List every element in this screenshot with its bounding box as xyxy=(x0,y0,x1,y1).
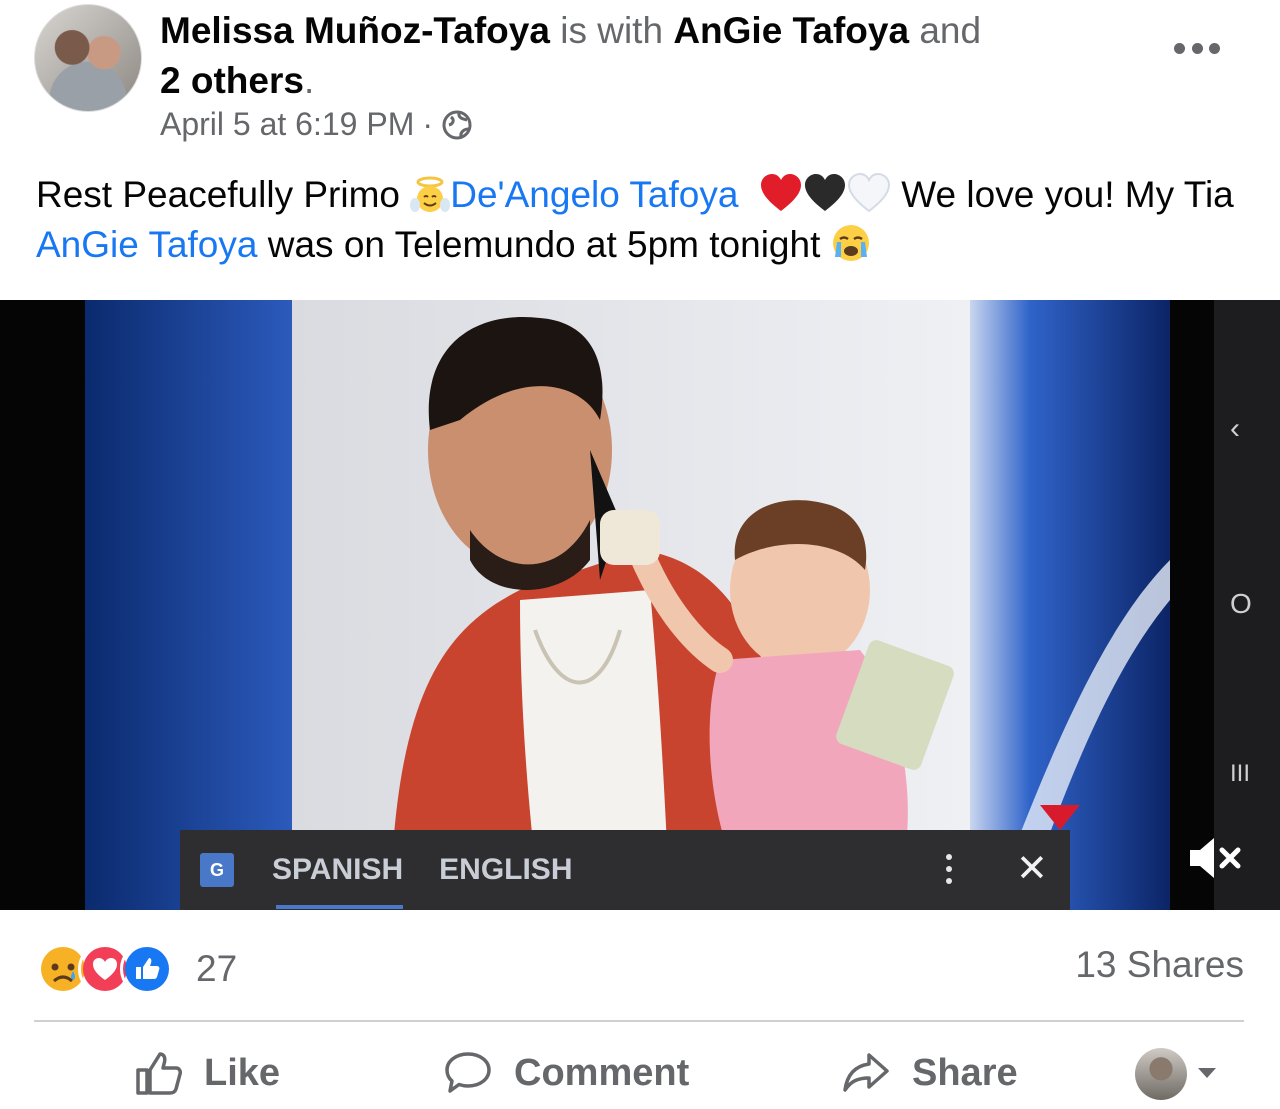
mention-angie[interactable]: AnGie Tafoya xyxy=(36,224,257,265)
divider xyxy=(34,1020,1244,1022)
share-button[interactable]: Share xyxy=(842,1050,1018,1096)
white-heart-emoji xyxy=(848,173,891,213)
tagged-user[interactable]: AnGie Tafoya xyxy=(673,10,909,51)
share-label: Share xyxy=(912,1051,1018,1094)
nav-home-button[interactable]: O xyxy=(1230,588,1252,620)
angel-emoji xyxy=(410,176,451,212)
post-text-part1: Rest Peacefully Primo xyxy=(36,174,400,215)
reaction-count: 27 xyxy=(196,948,238,989)
crying-emoji xyxy=(832,225,869,261)
post-header: Melissa Muñoz-Tafoya is with AnGie Tafoy… xyxy=(160,6,1160,106)
header-period: . xyxy=(303,60,315,101)
android-nav-bar: ‹ O III xyxy=(1214,300,1280,910)
nav-recent-button[interactable]: III xyxy=(1230,760,1250,788)
with-text: is with xyxy=(560,10,664,51)
comment-bubble-icon xyxy=(445,1052,491,1093)
dot-icon xyxy=(1174,42,1185,54)
author-name[interactable]: Melissa Muñoz-Tafoya xyxy=(160,10,550,51)
comment-label: Comment xyxy=(514,1051,690,1094)
black-heart-emoji xyxy=(805,174,846,211)
dot-icon xyxy=(1209,42,1220,54)
post-text-part3: was on Telemundo at 5pm tonight xyxy=(267,224,821,265)
share-arrow-icon xyxy=(843,1053,889,1092)
globe-icon[interactable] xyxy=(441,109,473,141)
lang-english-tab[interactable]: ENGLISH xyxy=(439,853,572,887)
nav-back-button[interactable]: ‹ xyxy=(1230,412,1240,446)
translate-bar: G SPANISH ENGLISH ✕ xyxy=(180,830,1070,910)
lang-spanish-tab[interactable]: SPANISH xyxy=(272,853,404,909)
caret-down-icon[interactable] xyxy=(1198,1068,1216,1078)
post-timestamp[interactable]: April 5 at 6:19 PM xyxy=(160,106,414,143)
google-translate-icon[interactable]: G xyxy=(200,853,234,887)
red-heart-emoji xyxy=(761,174,802,211)
video-player[interactable]: ‹ O III G SPANISH ENGLISH ✕ xyxy=(0,300,1280,910)
reactions-summary[interactable]: 27 xyxy=(36,942,237,996)
video-frame xyxy=(0,300,1215,910)
meta-separator: · xyxy=(422,106,433,142)
others-link[interactable]: 2 others xyxy=(160,60,304,101)
author-avatar[interactable] xyxy=(34,4,142,112)
like-reaction-icon xyxy=(120,942,174,996)
post-meta: April 5 at 6:19 PM · xyxy=(160,106,473,143)
muted-speaker-icon[interactable] xyxy=(1186,830,1246,886)
shares-count[interactable]: 13 Shares xyxy=(1075,944,1244,986)
post-text-part2: We love you! My Tia xyxy=(901,174,1234,215)
translate-menu-button[interactable] xyxy=(946,854,952,884)
like-label: Like xyxy=(204,1051,281,1094)
mention-deangelo[interactable]: De'Angelo Tafoya xyxy=(450,174,738,215)
post-body: Rest Peacefully Primo De'Angelo Tafoya W… xyxy=(36,170,1251,270)
and-text: and xyxy=(919,10,982,51)
comment-button[interactable]: Comment xyxy=(444,1050,689,1096)
like-button[interactable]: Like xyxy=(134,1050,280,1096)
more-options-button[interactable] xyxy=(1174,40,1220,56)
dot-icon xyxy=(1191,42,1203,54)
viewer-avatar[interactable] xyxy=(1135,1048,1187,1100)
translate-close-icon[interactable]: ✕ xyxy=(1016,846,1048,891)
thumbs-up-icon xyxy=(136,1052,182,1095)
